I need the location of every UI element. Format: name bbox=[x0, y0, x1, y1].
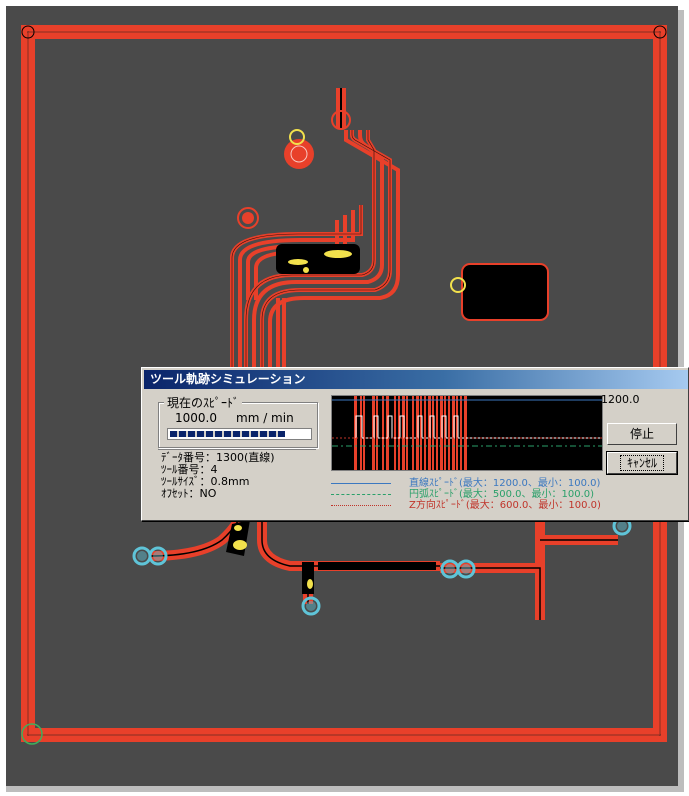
pad-center bbox=[276, 244, 360, 274]
graph-trace-bar bbox=[394, 396, 396, 470]
speed-graph bbox=[331, 395, 603, 471]
dialog-title: ツール軌跡シミュレーション bbox=[144, 370, 688, 389]
graph-trace-bar bbox=[412, 396, 414, 470]
cancel-button[interactable]: ｷｬﾝｾﾙ bbox=[606, 451, 678, 475]
current-speed-value: 1000.0 bbox=[175, 411, 217, 425]
pad-right bbox=[450, 263, 549, 321]
graph-trace-bar bbox=[436, 396, 438, 470]
graph-trace-bar bbox=[464, 396, 467, 470]
graph-trace-bar bbox=[448, 396, 450, 470]
cancel-button-label: ｷｬﾝｾﾙ bbox=[619, 455, 664, 471]
graph-speed-trace bbox=[355, 415, 602, 439]
simulation-dialog: ツール軌跡シミュレーション 現在のｽﾋﾟｰﾄﾞ 1000.0 mm / min … bbox=[141, 367, 689, 521]
legend-arc: 円弧ｽﾋﾟｰﾄﾞ(最大：500.0、最小：100.0) bbox=[331, 489, 594, 500]
legend-linear: 直線ｽﾋﾟｰﾄﾞ(最大：1200.0、最小：100.0) bbox=[331, 478, 600, 489]
speed-group-label: 現在のｽﾋﾟｰﾄﾞ bbox=[164, 394, 243, 411]
legend-linear-text: 直線ｽﾋﾟｰﾄﾞ(最大：1200.0、最小：100.0) bbox=[409, 478, 601, 489]
graph-trace-bar bbox=[406, 396, 408, 470]
speed-graph-bars bbox=[354, 396, 602, 470]
graph-trace-bar bbox=[363, 396, 365, 470]
current-speed-unit: mm / min bbox=[236, 411, 294, 425]
stop-button[interactable]: 停止 bbox=[607, 423, 677, 445]
legend-arc-text: 円弧ｽﾋﾟｰﾄﾞ(最大：500.0、最小：100.0) bbox=[409, 489, 595, 500]
speed-progress-fill bbox=[170, 431, 285, 437]
graph-trace-bar bbox=[460, 396, 462, 470]
legend-z: Z方向ｽﾋﾟｰﾄﾞ(最大：600.0、最小：100.0) bbox=[331, 500, 601, 511]
offset-label: ｵﾌｾｯﾄ：NO bbox=[161, 487, 217, 500]
graph-trace-bar bbox=[382, 396, 384, 470]
graph-trace-bar bbox=[424, 396, 426, 470]
legend-z-text: Z方向ｽﾋﾟｰﾄﾞ(最大：600.0、最小：100.0) bbox=[409, 500, 601, 511]
speed-progress-bar bbox=[167, 428, 312, 440]
graph-max-label: 1200.0 bbox=[601, 393, 640, 406]
